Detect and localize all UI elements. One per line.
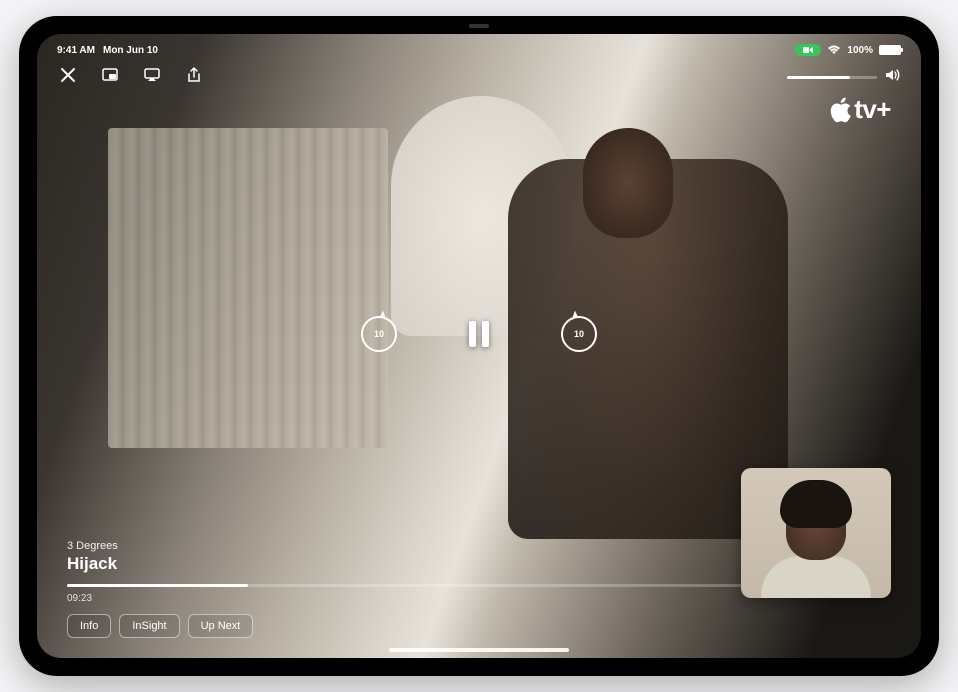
wifi-icon — [827, 45, 841, 55]
share-button[interactable] — [183, 64, 205, 86]
info-button[interactable]: Info — [67, 614, 111, 638]
skip-back-label: 10 — [374, 329, 384, 339]
home-indicator[interactable] — [389, 648, 569, 652]
speaker-icon — [885, 68, 901, 87]
up-next-button[interactable]: Up Next — [188, 614, 254, 638]
volume-fill — [787, 76, 850, 79]
pip-caller — [776, 488, 856, 599]
screen: 9:41 AM Mon Jun 10 100% — [37, 34, 921, 658]
appletv-plus-logo: tv+ — [828, 94, 891, 125]
pip-caller-body — [761, 556, 871, 599]
pip-button[interactable] — [99, 64, 121, 86]
pip-caller-head — [786, 488, 846, 560]
skip-back-button[interactable]: 10 — [359, 314, 399, 354]
skip-forward-button[interactable]: 10 — [559, 314, 599, 354]
playback-controls: 10 10 — [359, 314, 599, 354]
pip-caller-hair — [780, 480, 852, 528]
volume-slider[interactable] — [787, 76, 877, 79]
status-bar: 9:41 AM Mon Jun 10 100% — [37, 40, 921, 60]
action-buttons: Info InSight Up Next — [67, 614, 891, 638]
ipad-frame: 9:41 AM Mon Jun 10 100% — [19, 16, 939, 676]
status-time: 9:41 AM — [57, 45, 95, 56]
airplay-button[interactable] — [141, 64, 163, 86]
facetime-active-pill[interactable] — [795, 44, 821, 56]
skip-forward-label: 10 — [574, 329, 584, 339]
facetime-pip-window[interactable] — [741, 468, 891, 598]
status-date: Mon Jun 10 — [103, 45, 158, 56]
scene-curtain — [108, 128, 388, 448]
pause-button[interactable] — [459, 314, 499, 354]
top-controls — [57, 64, 205, 86]
progress-fill — [67, 584, 248, 587]
apple-logo-icon — [828, 96, 852, 124]
battery-percent: 100% — [847, 45, 873, 56]
volume-control[interactable] — [787, 68, 901, 87]
appletv-text: tv+ — [854, 94, 891, 125]
video-icon — [803, 46, 813, 54]
insight-button[interactable]: InSight — [119, 614, 179, 638]
battery-icon — [879, 45, 901, 55]
camera-indicator — [469, 24, 489, 28]
close-button[interactable] — [57, 64, 79, 86]
scene-person-head — [583, 128, 673, 238]
